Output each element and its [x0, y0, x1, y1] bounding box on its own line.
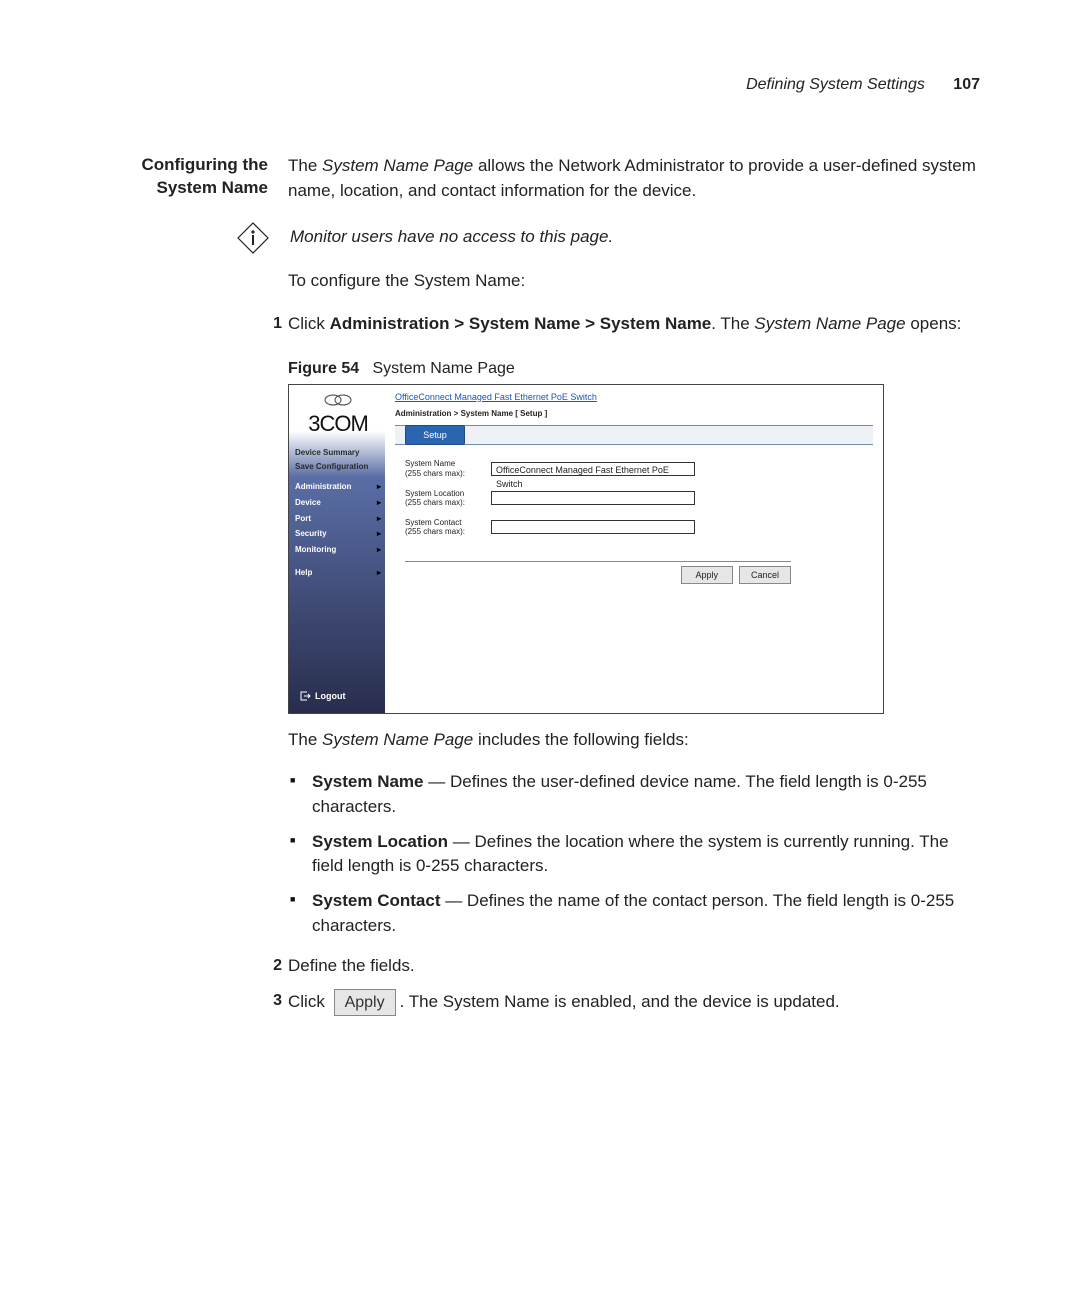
chevron-right-icon: ▸ [377, 497, 381, 509]
step-list: 1 Click Administration > System Name > S… [264, 312, 980, 337]
figure-screenshot: 3COM Device Summary Save Configuration A… [288, 384, 884, 714]
logout-label: Logout [315, 690, 346, 703]
nav-item-label: Administration [295, 481, 351, 493]
nav-help[interactable]: Help ▸ [295, 565, 381, 581]
step-2-num: 2 [264, 954, 282, 977]
nav-item-label: Port [295, 513, 311, 525]
nav-device[interactable]: Device ▸ [295, 495, 381, 511]
fig-tab-row: Setup [395, 425, 873, 445]
section-heading-l2: System Name [156, 178, 268, 197]
nav-item-label: Device [295, 497, 321, 509]
info-icon [236, 221, 270, 255]
running-header: Defining System Settings 107 [100, 76, 980, 94]
fig-label-loc-hint: (255 chars max): [405, 498, 465, 507]
logout-button[interactable]: Logout [299, 690, 346, 703]
note-row: Monitor users have no access to this pag… [236, 221, 980, 255]
step-list-2: 2 Define the fields. 3 Click Apply. The … [264, 954, 980, 1016]
system-location-input[interactable] [491, 491, 695, 505]
page-number: 107 [953, 76, 980, 93]
body-column: The System Name Page allows the Network … [288, 154, 980, 1026]
fig-breadcrumb: Administration > System Name [ Setup ] [395, 408, 873, 420]
step1-b: Administration > System Name > System Na… [330, 314, 712, 333]
intro-a: The [288, 156, 322, 175]
chevron-right-icon: ▸ [377, 544, 381, 556]
configure-line: To configure the System Name: [288, 269, 980, 294]
step-1: 1 Click Administration > System Name > S… [264, 312, 980, 337]
note-text: Monitor users have no access to this pag… [290, 221, 613, 250]
fig-row-location: System Location (255 chars max): [405, 489, 873, 508]
system-contact-input[interactable] [491, 520, 695, 534]
fig-label-contact: System Contact (255 chars max): [405, 518, 483, 537]
field-name: System Name — Defines the user-defined d… [288, 770, 980, 819]
step1-c: . The [711, 314, 754, 333]
nav-item-label: Security [295, 528, 327, 540]
apply-button[interactable]: Apply [681, 566, 733, 584]
step-2: 2 Define the fields. [264, 954, 980, 979]
figure-label: Figure 54 System Name Page [288, 357, 980, 380]
after-a: The [288, 730, 322, 749]
fig-row-name: System Name (255 chars max): OfficeConne… [405, 459, 873, 478]
step-3: 3 Click Apply. The System Name is enable… [264, 989, 980, 1016]
field-contact: System Contact — Defines the name of the… [288, 889, 980, 938]
fig-row-contact: System Contact (255 chars max): [405, 518, 873, 537]
field-loc-b: System Location [312, 832, 448, 851]
fig-button-row: Apply Cancel [405, 561, 791, 584]
header-section: Defining System Settings [746, 76, 925, 93]
fig-label-name-txt: System Name [405, 459, 455, 468]
fig-label-con-txt: System Contact [405, 518, 461, 527]
nav-monitoring[interactable]: Monitoring ▸ [295, 542, 381, 558]
nav-save-config[interactable]: Save Configuration [295, 460, 381, 474]
field-name-b: System Name [312, 772, 424, 791]
after-figure-line: The System Name Page includes the follow… [288, 728, 980, 753]
fig-nav: Device Summary Save Configuration Admini… [295, 446, 381, 581]
step-1-num: 1 [264, 312, 282, 335]
fig-sidebar: 3COM Device Summary Save Configuration A… [289, 385, 385, 713]
nav-device-summary[interactable]: Device Summary [295, 446, 381, 460]
section-heading-l1: Configuring the [141, 155, 268, 174]
fig-label-name: System Name (255 chars max): [405, 459, 483, 478]
chevron-right-icon: ▸ [377, 567, 381, 579]
brand-name: 3COM [295, 408, 381, 440]
nav-port[interactable]: Port ▸ [295, 511, 381, 527]
figure-caption: System Name Page [372, 360, 514, 377]
chevron-right-icon: ▸ [377, 513, 381, 525]
fig-form: System Name (255 chars max): OfficeConne… [395, 459, 873, 584]
fig-label-name-hint: (255 chars max): [405, 469, 465, 478]
step-3-num: 3 [264, 989, 282, 1012]
step3-a: Click [288, 992, 330, 1011]
step3-b: . The System Name is enabled, and the de… [400, 992, 840, 1011]
section-heading: Configuring the System Name [100, 154, 268, 1026]
step1-a: Click [288, 314, 330, 333]
step1-d: System Name Page [754, 314, 905, 333]
nav-security[interactable]: Security ▸ [295, 526, 381, 542]
figure-number: Figure 54 [288, 360, 359, 377]
intro-b: System Name Page [322, 156, 473, 175]
fig-content: OfficeConnect Managed Fast Ethernet PoE … [385, 385, 883, 713]
step1-e: opens: [906, 314, 962, 333]
field-location: System Location — Defines the location w… [288, 830, 980, 879]
intro-paragraph: The System Name Page allows the Network … [288, 154, 980, 203]
fig-label-loc-txt: System Location [405, 489, 464, 498]
nav-item-label: Help [295, 567, 312, 579]
nav-item-label: Monitoring [295, 544, 336, 556]
system-name-input[interactable]: OfficeConnect Managed Fast Ethernet PoE … [491, 462, 695, 476]
apply-button-inline: Apply [334, 989, 396, 1016]
after-c: includes the following fields: [473, 730, 688, 749]
chevron-right-icon: ▸ [377, 528, 381, 540]
document-page: Defining System Settings 107 Configuring… [0, 0, 1080, 1296]
section-row: Configuring the System Name The System N… [100, 154, 980, 1026]
fig-label-con-hint: (255 chars max): [405, 527, 465, 536]
logout-icon [299, 691, 311, 701]
fig-page-title: OfficeConnect Managed Fast Ethernet PoE … [395, 391, 873, 404]
nav-administration[interactable]: Administration ▸ [295, 479, 381, 495]
cancel-button[interactable]: Cancel [739, 566, 791, 584]
fig-tab-setup[interactable]: Setup [405, 425, 465, 445]
chevron-right-icon: ▸ [377, 481, 381, 493]
fig-label-location: System Location (255 chars max): [405, 489, 483, 508]
field-list: System Name — Defines the user-defined d… [288, 770, 980, 938]
after-b: System Name Page [322, 730, 473, 749]
field-con-b: System Contact [312, 891, 440, 910]
step2-txt: Define the fields. [288, 956, 415, 975]
